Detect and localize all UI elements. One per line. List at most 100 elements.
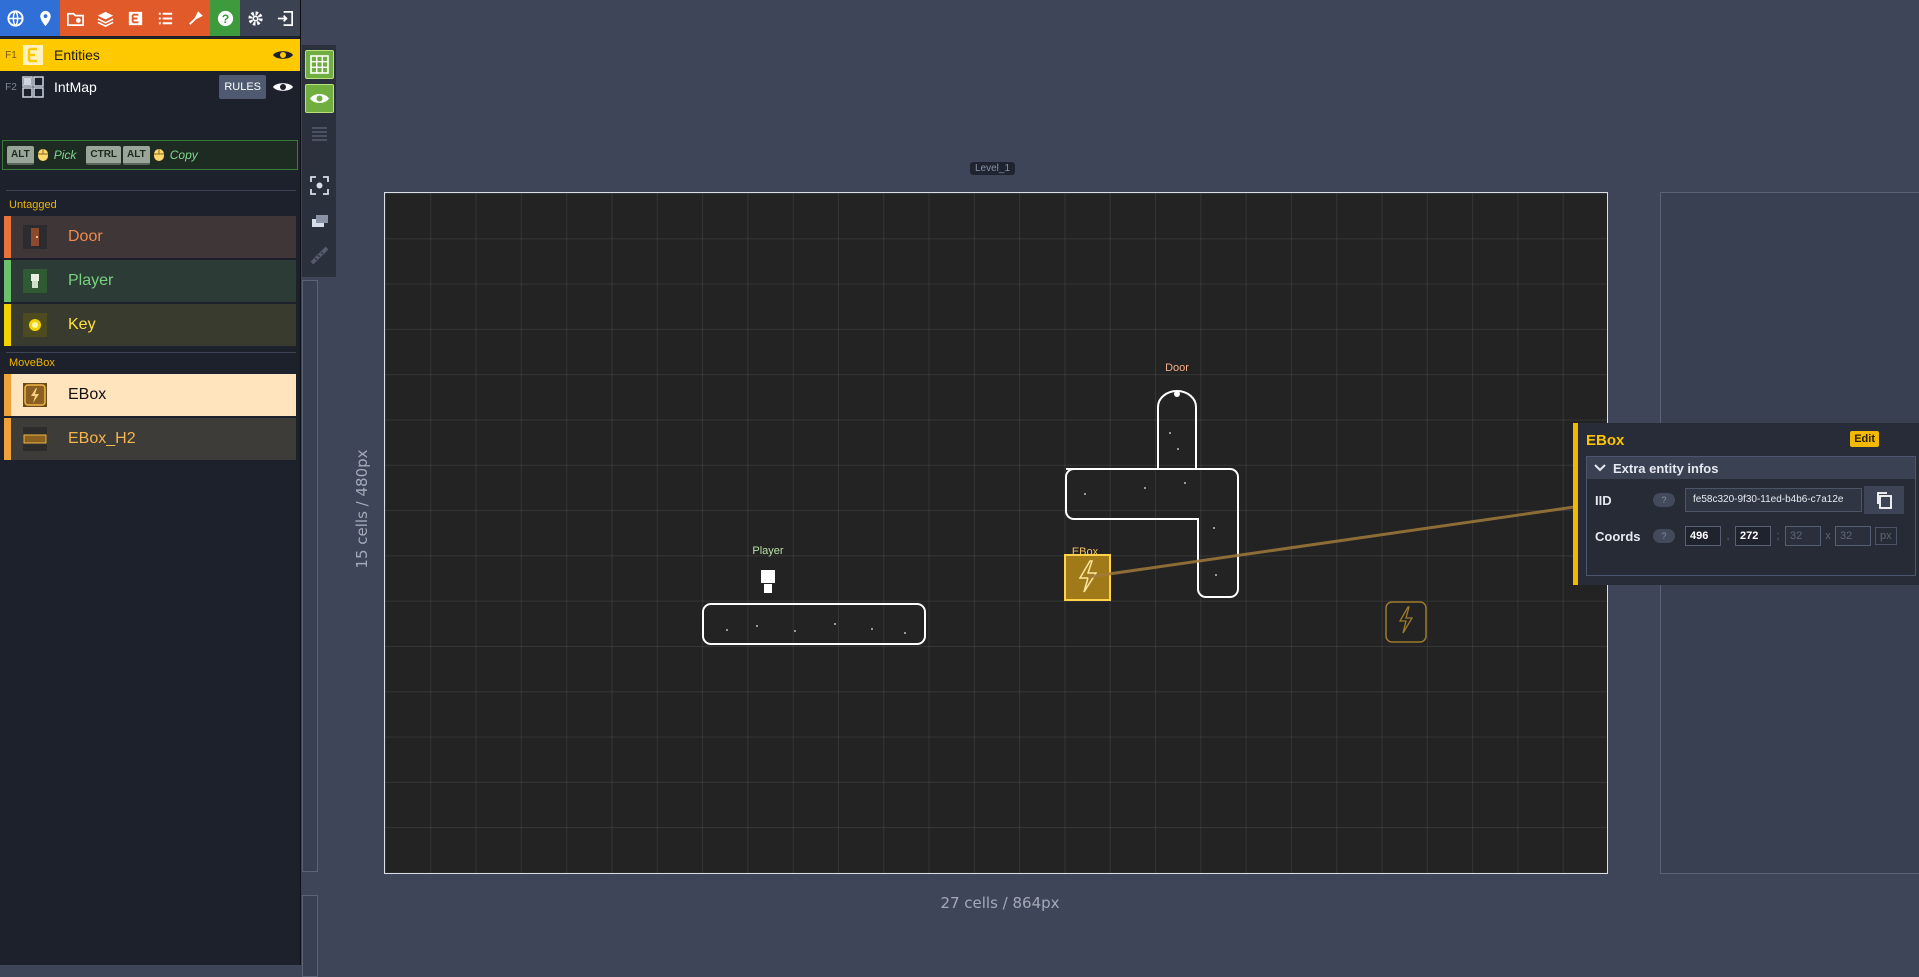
iid-label: IID [1595, 492, 1612, 508]
left-panel: ? F1 Entities F2 IntMap RULES ALT Pick C… [0, 0, 301, 965]
player-sprite [761, 570, 775, 583]
level-width-label: 27 cells / 864px [940, 894, 1060, 912]
levels-button[interactable] [30, 0, 60, 36]
player-icon [23, 269, 47, 293]
world-button[interactable] [0, 0, 30, 36]
help-hint[interactable]: ? [1653, 493, 1675, 507]
mouse-icon [153, 149, 164, 161]
level-name-tag: Level_1 [970, 162, 1016, 175]
layer-name: IntMap [54, 79, 97, 95]
layers-stack-button[interactable] [305, 207, 334, 236]
entity-icon [128, 11, 142, 25]
height-field[interactable]: 32 [1835, 526, 1871, 546]
section-header[interactable]: Extra entity infos [1587, 457, 1915, 479]
rules-button[interactable]: RULES [219, 75, 266, 99]
unit-label: px [1875, 527, 1897, 545]
entity-name: Key [68, 316, 96, 333]
section-label: Extra entity infos [1613, 460, 1719, 476]
copy-icon [1877, 492, 1892, 509]
key-icon [23, 313, 47, 337]
focus-frame-icon [310, 176, 329, 195]
help-hint[interactable]: ? [1653, 529, 1675, 543]
door-marker [1174, 391, 1180, 397]
player-sprite-body [764, 584, 772, 593]
settings-button[interactable] [240, 0, 270, 36]
platform-door-pillar [1157, 390, 1197, 469]
entity-name: EBox [68, 386, 107, 403]
layers-button[interactable] [90, 0, 120, 36]
stack-toggle-button[interactable] [305, 120, 334, 149]
coords-label: Coords [1595, 528, 1641, 544]
edit-button[interactable]: Edit [1850, 431, 1879, 447]
tag-title-untagged: Untagged [9, 199, 57, 211]
layer-fkey: F2 [5, 81, 17, 93]
entities-button[interactable] [120, 0, 150, 36]
chevron-down-icon [1594, 464, 1606, 472]
level-height-label: 15 cells / 480px [353, 449, 371, 569]
neighbor-level-left[interactable] [302, 280, 318, 872]
entity-layer-icon [23, 45, 43, 65]
project-settings-button[interactable] [60, 0, 90, 36]
key-alt: ALT [123, 145, 150, 165]
iid-row: IID ? fe58c320-9f30-11ed-b4b6-c7a12e [1587, 485, 1917, 515]
ruler-button[interactable] [305, 241, 334, 270]
platform-left [702, 603, 926, 645]
tilesets-icon [188, 10, 203, 25]
entity-name: Door [68, 228, 103, 245]
tag-title-movebox: MoveBox [9, 357, 55, 369]
help-icon: ? [217, 10, 233, 26]
shortcut-hints: ALT Pick CTRL ALT Copy [2, 140, 298, 170]
layer-row-intmap[interactable]: F2 IntMap RULES [0, 71, 300, 103]
entity-item-door[interactable]: Door [4, 216, 296, 258]
coords-row: Coords ? 496 , 272 ; 32 x 32 px [1587, 521, 1917, 551]
mouse-icon [37, 149, 48, 161]
width-field[interactable]: 32 [1785, 526, 1821, 546]
door-icon [23, 225, 47, 249]
eye-icon[interactable] [272, 48, 294, 62]
exit-button[interactable] [270, 0, 300, 36]
separator: , [1726, 530, 1730, 542]
tilesets-button[interactable] [180, 0, 210, 36]
help-button[interactable]: ? [210, 0, 240, 36]
focus-button[interactable] [305, 171, 334, 200]
copy-label: Copy [169, 148, 198, 162]
grid-toggle-button[interactable] [305, 50, 334, 79]
key-ctrl: CTRL [86, 145, 122, 165]
entity-item-ebox[interactable]: EBox [4, 374, 296, 416]
color-swatch [4, 374, 11, 416]
layer-stack-icon [312, 215, 328, 227]
level-canvas[interactable]: Door Player EBox [384, 192, 1608, 874]
list-lines-icon [312, 127, 327, 141]
visibility-toggle-button[interactable] [305, 84, 334, 113]
eye-icon [310, 94, 329, 103]
door-label: Door [1165, 362, 1189, 374]
main-toolbar: ? [0, 0, 300, 36]
gear-icon [247, 10, 263, 26]
layer-fkey: F1 [5, 49, 17, 61]
separator: ; [1776, 530, 1780, 542]
eye-icon[interactable] [272, 80, 294, 94]
entity-name: EBox_H2 [68, 430, 136, 447]
entity-item-ebox-h2[interactable]: EBox_H2 [4, 418, 296, 460]
entity-ref-link [1087, 500, 1607, 579]
separator: x [1825, 530, 1831, 542]
enum-list-icon [158, 12, 172, 24]
coord-x-field[interactable]: 496 [1685, 526, 1721, 546]
iid-field[interactable]: fe58c320-9f30-11ed-b4b6-c7a12e [1685, 488, 1862, 512]
enums-button[interactable] [150, 0, 180, 36]
level-drawing: Door Player EBox [702, 362, 1607, 645]
ruler-icon [310, 246, 329, 265]
editor-tools [302, 45, 336, 277]
intgrid-layer-icon [22, 76, 44, 98]
extra-infos-group: Extra entity infos IID ? fe58c320-9f30-1… [1586, 456, 1916, 576]
entity-item-player[interactable]: Player [4, 260, 296, 302]
grid-icon [310, 55, 329, 74]
coord-y-field[interactable]: 272 [1735, 526, 1771, 546]
divider [6, 190, 296, 191]
entity-item-key[interactable]: Key [4, 304, 296, 346]
copy-iid-button[interactable] [1864, 486, 1904, 514]
map-pin-icon [39, 10, 51, 26]
inspector-title: EBox [1586, 432, 1625, 449]
layer-row-entities[interactable]: F1 Entities [0, 39, 300, 71]
globe-icon [6, 9, 24, 27]
